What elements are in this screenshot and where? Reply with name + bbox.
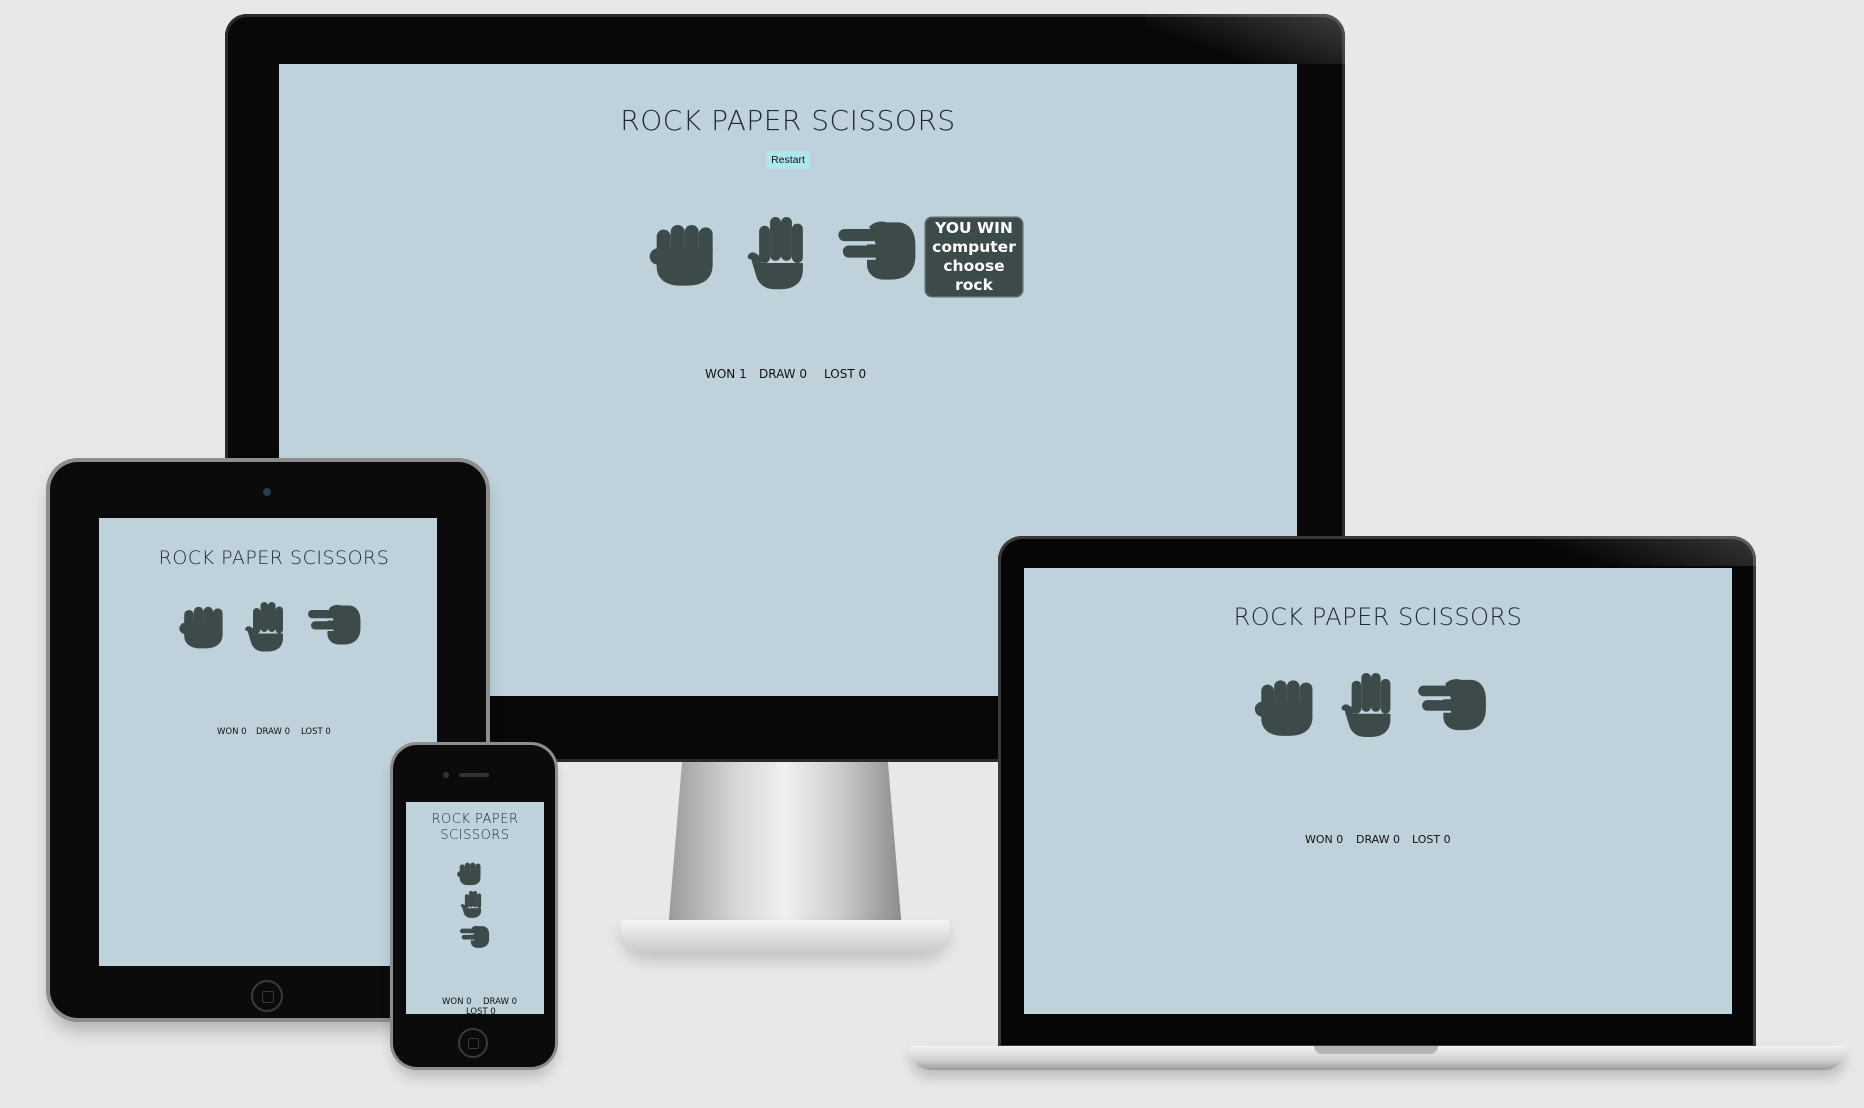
laptop-paper-icon[interactable]: [1340, 670, 1402, 738]
phone-scissors-icon[interactable]: [460, 924, 490, 950]
tablet-score-lost: LOST 0: [301, 727, 331, 737]
phone-rock-icon[interactable]: [456, 860, 486, 886]
monitor-score-won: WON 1: [705, 367, 747, 381]
tablet-paper-icon[interactable]: [244, 600, 292, 652]
tablet-rock-icon[interactable]: [178, 602, 232, 650]
monitor-gloss: [1145, 14, 1345, 64]
monitor-rock-icon[interactable]: [648, 218, 726, 288]
phone-score-won: WON 0: [442, 997, 472, 1007]
tablet-camera: [263, 488, 271, 496]
phone-paper-icon[interactable]: [460, 890, 486, 918]
laptop-score-lost: LOST 0: [1412, 833, 1451, 846]
restart-button[interactable]: Restart: [766, 151, 810, 169]
monitor-score-lost: LOST 0: [824, 367, 867, 381]
tablet-page-title: ROCK PAPER SCISSORS: [158, 547, 390, 569]
result-detail-line: choose: [943, 257, 1005, 275]
monitor-paper-icon[interactable]: [746, 214, 816, 290]
monitor-score-draw: DRAW 0: [759, 367, 807, 381]
tablet-scissors-icon[interactable]: [308, 602, 362, 648]
result-message: YOU WIN computer choose rock: [926, 218, 1022, 296]
phone-speaker: [459, 773, 489, 777]
laptop-score-won: WON 0: [1305, 833, 1344, 846]
laptop-score-draw: DRAW 0: [1356, 833, 1400, 846]
monitor-base: [620, 920, 950, 954]
phone-page-title-line1: ROCK PAPER: [431, 812, 519, 827]
tablet-home-button[interactable]: [251, 980, 283, 1012]
phone-home-button[interactable]: [458, 1028, 488, 1058]
phone-score-draw: DRAW 0: [483, 997, 517, 1007]
result-headline: YOU WIN: [935, 219, 1013, 237]
phone-page-title-line2: SCISSORS: [440, 828, 510, 843]
monitor-stand: [668, 762, 902, 930]
laptop-rock-icon[interactable]: [1254, 674, 1324, 738]
laptop-page-title: ROCK PAPER SCISSORS: [1233, 603, 1523, 631]
laptop-scissors-icon[interactable]: [1418, 676, 1488, 734]
laptop-notch: [1314, 1046, 1438, 1054]
phone-camera: [443, 772, 449, 778]
monitor-scissors-icon[interactable]: [838, 218, 918, 284]
tablet-screen: [99, 518, 437, 966]
laptop-gloss: [1496, 536, 1756, 566]
tablet-score-draw: DRAW 0: [256, 727, 290, 737]
tablet-score-won: WON 0: [217, 727, 247, 737]
result-detail-line: rock: [955, 276, 993, 294]
phone-score-lost: LOST 0: [466, 1007, 496, 1017]
monitor-page-title: ROCK PAPER SCISSORS: [620, 104, 956, 137]
laptop-screen: [1024, 568, 1732, 1014]
result-detail-line: computer: [932, 238, 1016, 256]
